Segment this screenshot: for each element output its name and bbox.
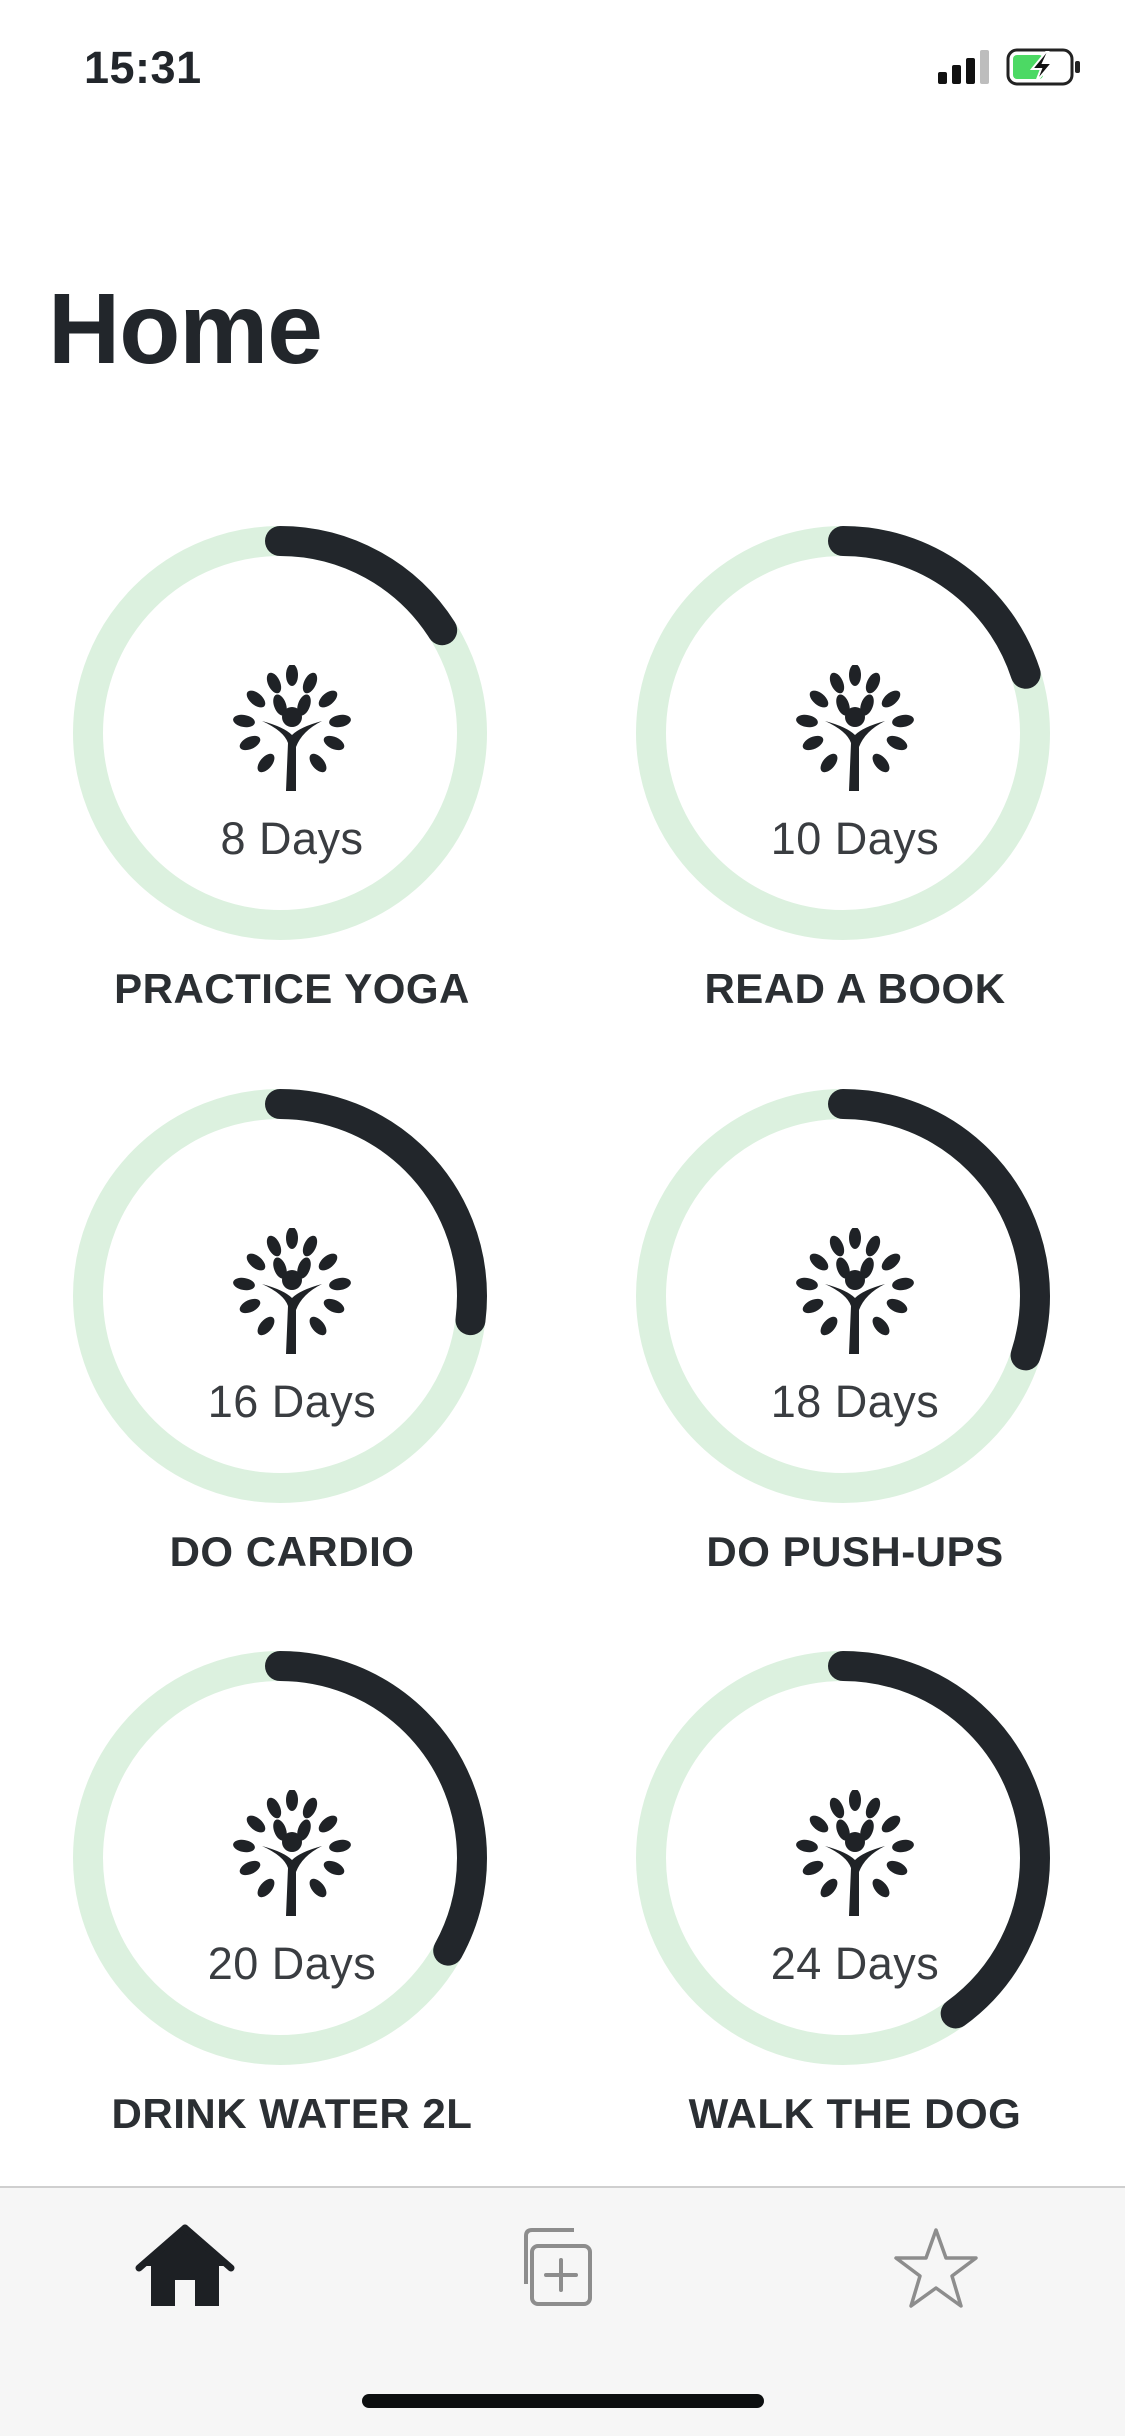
habit-name: DRINK WATER 2L xyxy=(111,2090,473,2137)
habit-card[interactable]: 10 Days READ A BOOK xyxy=(635,525,1075,1085)
status-time: 15:31 xyxy=(84,42,202,93)
tab-favorites[interactable] xyxy=(886,2218,986,2318)
habit-name: WALK THE DOG xyxy=(688,2090,1022,2137)
tree-person-icon xyxy=(796,1790,914,1916)
habit-name: READ A BOOK xyxy=(704,965,1006,1012)
tab-home[interactable] xyxy=(135,2218,235,2318)
add-icon xyxy=(524,2228,592,2306)
habit-days: 8 Days xyxy=(220,813,364,864)
habit-card[interactable]: 16 Days DO CARDIO xyxy=(72,1088,512,1648)
habit-card[interactable]: 18 Days DO PUSH-UPS xyxy=(635,1088,1075,1648)
habit-name: DO PUSH-UPS xyxy=(706,1528,1004,1575)
battery-charging-icon xyxy=(1006,48,1080,86)
habit-days: 10 Days xyxy=(770,813,940,864)
tree-person-icon xyxy=(233,665,351,791)
status-bar: 15:31 xyxy=(0,0,1125,135)
star-icon xyxy=(894,2228,978,2308)
tree-person-icon xyxy=(233,1228,351,1354)
habit-days: 24 Days xyxy=(770,1938,940,1989)
habit-name: DO CARDIO xyxy=(169,1528,415,1575)
habit-days: 20 Days xyxy=(207,1938,377,1989)
habit-card[interactable]: 8 Days PRACTICE YOGA xyxy=(72,525,512,1085)
habit-name: PRACTICE YOGA xyxy=(114,965,470,1012)
cellular-signal-icon xyxy=(938,50,989,84)
home-indicator xyxy=(362,2394,764,2408)
habit-days: 18 Days xyxy=(770,1376,940,1427)
page-title: Home xyxy=(48,273,323,385)
habit-card[interactable]: 24 Days WALK THE DOG xyxy=(635,1650,1075,2210)
home-screen: 15:31 Home 8 Days PRACTICE YOGA 10 Days … xyxy=(0,0,1125,2436)
home-icon xyxy=(135,2224,235,2306)
tree-person-icon xyxy=(796,1228,914,1354)
habit-card[interactable]: 20 Days DRINK WATER 2L xyxy=(72,1650,512,2210)
tree-person-icon xyxy=(233,1790,351,1916)
habit-days: 16 Days xyxy=(207,1376,377,1427)
tab-add[interactable] xyxy=(512,2218,612,2318)
tree-person-icon xyxy=(796,665,914,791)
